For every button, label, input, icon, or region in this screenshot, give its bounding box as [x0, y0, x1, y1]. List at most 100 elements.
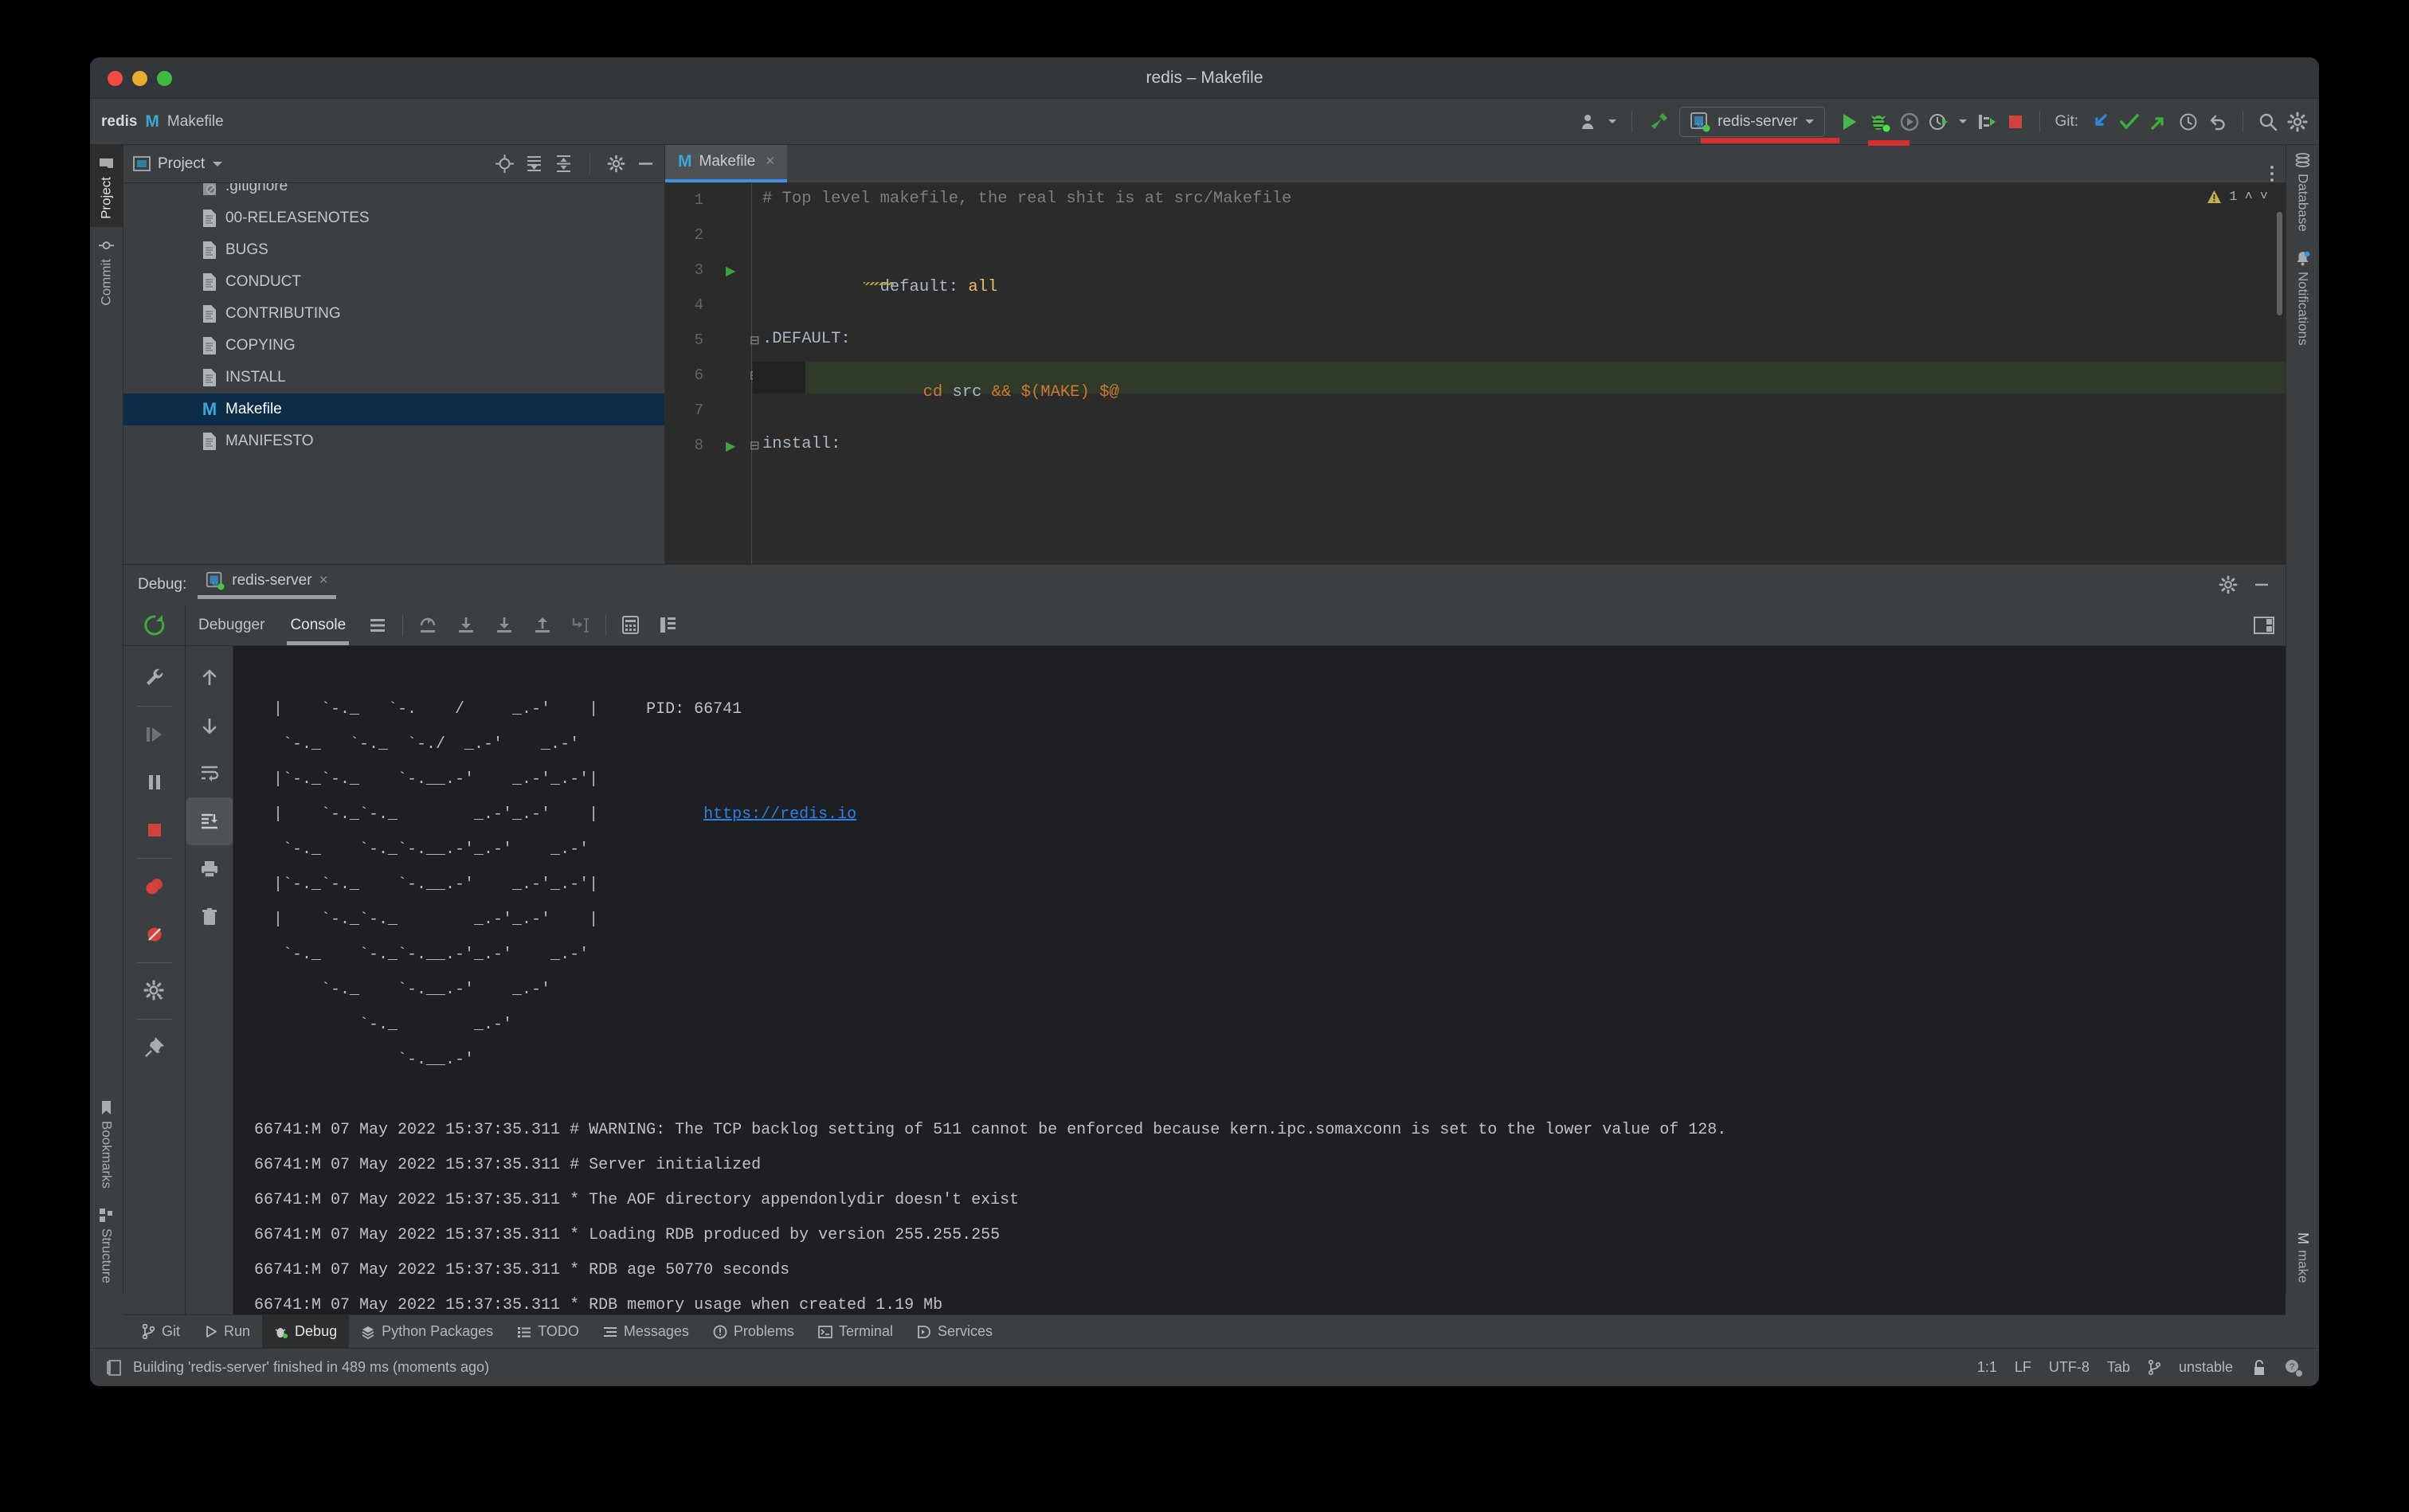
search-icon[interactable] — [2258, 112, 2278, 132]
console-output[interactable]: | `-._ `-. / _.-' | PID: 66741 `-._ `-._… — [233, 646, 2286, 1314]
tool-button-todo[interactable]: TODO — [505, 1315, 591, 1349]
unlocked-icon[interactable] — [2250, 1359, 2266, 1377]
indent-setting[interactable]: Tab — [2107, 1359, 2130, 1376]
pin-tab-icon[interactable] — [131, 1024, 178, 1071]
sidebar-item-notifications[interactable]: Notifications — [2286, 243, 2319, 357]
sidebar-item-database[interactable]: Database — [2286, 145, 2319, 243]
tool-button-git[interactable]: Git — [130, 1315, 192, 1349]
show-variables-icon[interactable] — [649, 615, 687, 635]
tree-item-copying[interactable]: COPYING — [123, 330, 664, 362]
git-update-icon[interactable] — [2090, 112, 2110, 132]
tool-button-debug[interactable]: Debug — [262, 1314, 350, 1349]
tool-button-messages[interactable]: Messages — [591, 1315, 701, 1349]
view-breakpoints-icon[interactable] — [131, 863, 178, 911]
resume-program-icon[interactable] — [131, 711, 178, 758]
next-problem-icon[interactable]: ˅ — [2260, 190, 2268, 205]
tool-button-terminal[interactable]: Terminal — [806, 1315, 905, 1349]
chevron-down-icon[interactable] — [1804, 118, 1815, 126]
git-commit-icon[interactable] — [2119, 112, 2140, 132]
inspection-widget[interactable]: 1 ˄ ˅ — [2207, 190, 2268, 205]
git-history-icon[interactable] — [2178, 112, 2199, 132]
tool-button-problems[interactable]: Problems — [701, 1315, 806, 1349]
run-icon[interactable] — [1839, 112, 1859, 132]
tab-debugger[interactable]: Debugger — [186, 605, 277, 645]
editor-scrollbar[interactable] — [2277, 212, 2282, 315]
stop-program-icon[interactable] — [131, 806, 178, 854]
run-target-gutter-icon[interactable]: ▶ — [726, 263, 735, 279]
branch-name[interactable]: unstable — [2179, 1359, 2233, 1376]
editor-options-icon[interactable] — [2270, 165, 2274, 182]
expand-all-icon[interactable] — [525, 155, 543, 173]
hide-icon[interactable] — [637, 155, 655, 173]
chevron-down-icon[interactable] — [1958, 118, 1968, 126]
sidebar-item-bookmarks[interactable]: Bookmarks — [90, 1092, 123, 1200]
chevron-down-icon[interactable] — [212, 160, 223, 168]
tree-item-gitignore[interactable]: .gitignore — [123, 183, 664, 202]
close-icon[interactable]: × — [766, 153, 774, 170]
tool-button-run[interactable]: Run — [192, 1315, 262, 1349]
git-branch-icon[interactable] — [2148, 1360, 2161, 1375]
scroll-up-icon[interactable] — [186, 654, 233, 702]
sidebar-item-make[interactable]: M make — [2286, 1224, 2319, 1295]
sidebar-item-commit[interactable]: Commit — [90, 227, 123, 314]
run-to-cursor-icon[interactable] — [562, 615, 600, 636]
sidebar-item-project[interactable]: Project — [90, 145, 123, 227]
tree-item-install[interactable]: INSTALL — [123, 362, 664, 394]
sidebar-item-structure[interactable]: Structure — [90, 1200, 123, 1295]
debug-icon[interactable] — [1868, 111, 1910, 146]
file-encoding[interactable]: UTF-8 — [2049, 1359, 2090, 1376]
profiler-icon[interactable] — [1929, 112, 1949, 132]
tree-item-contributing[interactable]: CONTRIBUTING — [123, 298, 664, 330]
scroll-to-end-icon[interactable] — [186, 797, 233, 845]
tree-item-manifesto[interactable]: MANIFESTO — [123, 425, 664, 457]
mute-breakpoints-icon[interactable] — [131, 911, 178, 958]
prev-problem-icon[interactable]: ˄ — [2245, 190, 2253, 205]
event-log-icon[interactable] — [106, 1359, 123, 1377]
more-run-icon[interactable] — [1976, 112, 1997, 132]
layout-icon[interactable] — [358, 616, 397, 635]
tree-item-makefile[interactable]: M Makefile — [123, 394, 664, 425]
tree-item-releasenotes[interactable]: 00-RELEASENOTES — [123, 202, 664, 234]
git-push-icon[interactable] — [2149, 112, 2169, 132]
rerun-button[interactable] — [123, 605, 186, 645]
hide-icon[interactable] — [2252, 575, 2271, 594]
force-step-into-icon[interactable] — [485, 615, 523, 636]
account-icon[interactable] — [1580, 112, 1599, 131]
pause-program-icon[interactable] — [131, 758, 178, 806]
soft-wrap-icon[interactable] — [186, 750, 233, 797]
editor-tab-makefile[interactable]: M Makefile × — [665, 144, 788, 182]
run-coverage-icon[interactable] — [1899, 112, 1920, 132]
breadcrumb-file[interactable]: Makefile — [167, 113, 224, 131]
line-separator[interactable]: LF — [2015, 1359, 2031, 1376]
tree-item-bugs[interactable]: BUGS — [123, 234, 664, 266]
tool-button-python-packages[interactable]: Python Packages — [349, 1315, 505, 1349]
run-configuration-selector[interactable]: M redis-server — [1679, 106, 1840, 143]
print-icon[interactable] — [186, 845, 233, 893]
locate-target-icon[interactable] — [496, 155, 514, 173]
wrench-settings-icon[interactable] — [131, 654, 178, 702]
tab-console[interactable]: Console — [277, 605, 358, 645]
tool-button-services[interactable]: Services — [905, 1315, 1005, 1349]
redis-url-link[interactable]: https://redis.io — [703, 805, 856, 824]
scroll-down-icon[interactable] — [186, 702, 233, 750]
run-target-gutter-icon[interactable]: ▶ — [726, 438, 735, 454]
breadcrumb-project[interactable]: redis — [101, 113, 137, 131]
step-into-icon[interactable] — [447, 615, 485, 636]
help-settings-icon[interactable]: ? — [2284, 1358, 2303, 1377]
settings-gear-icon[interactable] — [607, 155, 625, 173]
evaluate-expression-icon[interactable] — [612, 615, 649, 635]
settings-gear-icon[interactable] — [2287, 112, 2308, 132]
collapse-all-icon[interactable] — [554, 155, 573, 173]
stop-icon[interactable] — [2006, 112, 2025, 131]
tree-item-conduct[interactable]: CONDUCT — [123, 266, 664, 298]
caret-position[interactable]: 1:1 — [1977, 1359, 1997, 1376]
step-over-icon[interactable] — [409, 615, 447, 636]
settings-gear-icon[interactable] — [2219, 575, 2238, 594]
clear-all-icon[interactable] — [186, 893, 233, 941]
close-icon[interactable]: × — [319, 572, 328, 590]
chevron-down-icon[interactable] — [1608, 118, 1617, 126]
debug-layout-settings-icon[interactable] — [2254, 616, 2274, 634]
build-hammer-icon[interactable] — [1647, 110, 1671, 134]
step-out-icon[interactable] — [523, 615, 562, 636]
git-rollback-icon[interactable] — [2207, 112, 2228, 132]
